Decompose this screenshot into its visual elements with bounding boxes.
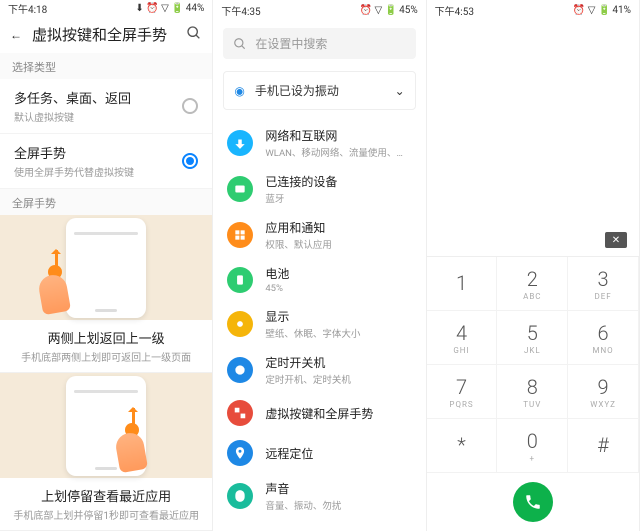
setting-title: 网络和互联网 (265, 127, 411, 144)
setting-icon (227, 483, 253, 509)
dial-key-5[interactable]: 5JKL (497, 311, 568, 365)
setting-subtitle: 权限、默认应用 (265, 237, 411, 251)
banner-text: 手机已设为振动 (255, 82, 385, 99)
status-icons: ⏰ ▽ 🔋45% (360, 5, 418, 16)
call-button[interactable] (513, 482, 553, 522)
setting-title: 已连接的设备 (265, 173, 411, 190)
setting-title: 电池 (265, 265, 411, 282)
setting-icon (227, 440, 253, 466)
status-icons: ⏰ ▽ 🔋41% (573, 5, 631, 16)
dial-key-1[interactable]: 1 (427, 257, 498, 311)
page-title: 虚拟按键和全屏手势 (32, 24, 176, 45)
status-bar: 下午4:35 ⏰ ▽ 🔋45% (213, 0, 425, 20)
setting-title: 定时开关机 (265, 354, 411, 371)
setting-icon (227, 267, 253, 293)
dial-display: ✕ (427, 20, 639, 256)
dial-key-7[interactable]: 7PQRS (427, 365, 498, 419)
status-icons: ⬇ ⏰ ▽ 🔋44% (135, 3, 204, 14)
vibrate-icon: ◉ (234, 84, 244, 98)
dial-key-3[interactable]: 3DEF (568, 257, 639, 311)
gesture-caption-2: 上划停留查看最近应用手机底部上划并停留1秒即可查看最近应用 (0, 478, 212, 531)
vibrate-banner[interactable]: ◉ 手机已设为振动 ⌄ (223, 71, 415, 110)
settings-item[interactable]: 定时开关机定时开机、定时关机 (213, 347, 425, 393)
setting-icon (227, 357, 253, 383)
phone-settings: 下午4:35 ⏰ ▽ 🔋45% 在设置中搜索 ◉ 手机已设为振动 ⌄ 网络和互联… (213, 0, 426, 531)
dial-key-0[interactable]: 0+ (497, 419, 568, 473)
backspace-icon[interactable]: ✕ (605, 232, 627, 248)
gesture-illustration-2 (0, 373, 212, 478)
radio-icon[interactable] (182, 153, 198, 169)
search-icon[interactable] (186, 25, 202, 44)
phone-dialer: 下午4:53 ⏰ ▽ 🔋41% ✕ 12ABC3DEF 4GHI5JKL6MNO 7… (427, 0, 640, 531)
status-bar: 下午4:53 ⏰ ▽ 🔋41% (427, 0, 639, 20)
section-label: 全屏手势 (0, 189, 212, 215)
settings-item[interactable]: 网络和互联网WLAN、移动网络、流量使用、热点 (213, 120, 425, 166)
phone-icon (524, 493, 542, 511)
setting-subtitle: 45% (265, 283, 411, 294)
section-label: 选择类型 (0, 53, 212, 79)
settings-list: 网络和互联网WLAN、移动网络、流量使用、热点已连接的设备蓝牙应用和通知权限、默… (213, 120, 425, 519)
settings-item[interactable]: 声音音量、振动、勿扰 (213, 473, 425, 519)
setting-title: 远程定位 (265, 445, 411, 462)
opt-multitask[interactable]: 多任务、桌面、返回默认虚拟按键 (0, 79, 212, 134)
search-placeholder: 在设置中搜索 (255, 35, 327, 52)
setting-icon (227, 400, 253, 426)
setting-title: 声音 (265, 480, 411, 497)
keypad: 12ABC3DEF 4GHI5JKL6MNO 7PQRS8TUV9WXYZ *0+# (427, 256, 639, 473)
settings-item[interactable]: 应用和通知权限、默认应用 (213, 212, 425, 258)
setting-title: 应用和通知 (265, 219, 411, 236)
gesture-illustration-1 (0, 215, 212, 320)
settings-item[interactable]: 虚拟按键和全屏手势 (213, 393, 425, 433)
setting-subtitle: 蓝牙 (265, 191, 411, 205)
dial-key-6[interactable]: 6MNO (568, 311, 639, 365)
dial-key-*[interactable]: * (427, 419, 498, 473)
dial-key-9[interactable]: 9WXYZ (568, 365, 639, 419)
header: ← 虚拟按键和全屏手势 (0, 16, 212, 53)
settings-item[interactable]: 电池45% (213, 258, 425, 301)
settings-item[interactable]: 显示壁纸、休眠、字体大小 (213, 301, 425, 347)
dial-key-#[interactable]: # (568, 419, 639, 473)
setting-subtitle: 壁纸、休眠、字体大小 (265, 326, 411, 340)
settings-item[interactable]: 已连接的设备蓝牙 (213, 166, 425, 212)
setting-icon (227, 176, 253, 202)
setting-subtitle: WLAN、移动网络、流量使用、热点 (265, 145, 411, 159)
setting-icon (227, 311, 253, 337)
status-bar: 下午4:18 ⬇ ⏰ ▽ 🔋44% (0, 0, 212, 16)
dial-key-4[interactable]: 4GHI (427, 311, 498, 365)
search-input[interactable]: 在设置中搜索 (223, 28, 415, 59)
gesture-caption-1: 两侧上划返回上一级手机底部两侧上划即可返回上一级页面 (0, 320, 212, 373)
call-bar (427, 473, 639, 531)
status-time: 下午4:35 (221, 3, 359, 18)
radio-icon[interactable] (182, 98, 198, 114)
dial-key-2[interactable]: 2ABC (497, 257, 568, 311)
setting-title: 虚拟按键和全屏手势 (265, 405, 411, 422)
settings-item[interactable]: 远程定位 (213, 433, 425, 473)
back-icon[interactable]: ← (10, 28, 22, 42)
status-time: 下午4:18 (8, 1, 135, 16)
setting-icon (227, 130, 253, 156)
setting-subtitle: 音量、振动、勿扰 (265, 498, 411, 512)
setting-icon (227, 222, 253, 248)
setting-subtitle: 定时开机、定时关机 (265, 372, 411, 386)
setting-title: 显示 (265, 308, 411, 325)
chevron-down-icon[interactable]: ⌄ (395, 84, 405, 98)
opt-fullscreen[interactable]: 全屏手势使用全屏手势代替虚拟按键 (0, 134, 212, 189)
phone-gestures: 下午4:18 ⬇ ⏰ ▽ 🔋44% ← 虚拟按键和全屏手势 选择类型 多任务、桌… (0, 0, 213, 531)
dial-key-8[interactable]: 8TUV (497, 365, 568, 419)
search-icon (233, 37, 247, 51)
status-time: 下午4:53 (435, 3, 573, 18)
